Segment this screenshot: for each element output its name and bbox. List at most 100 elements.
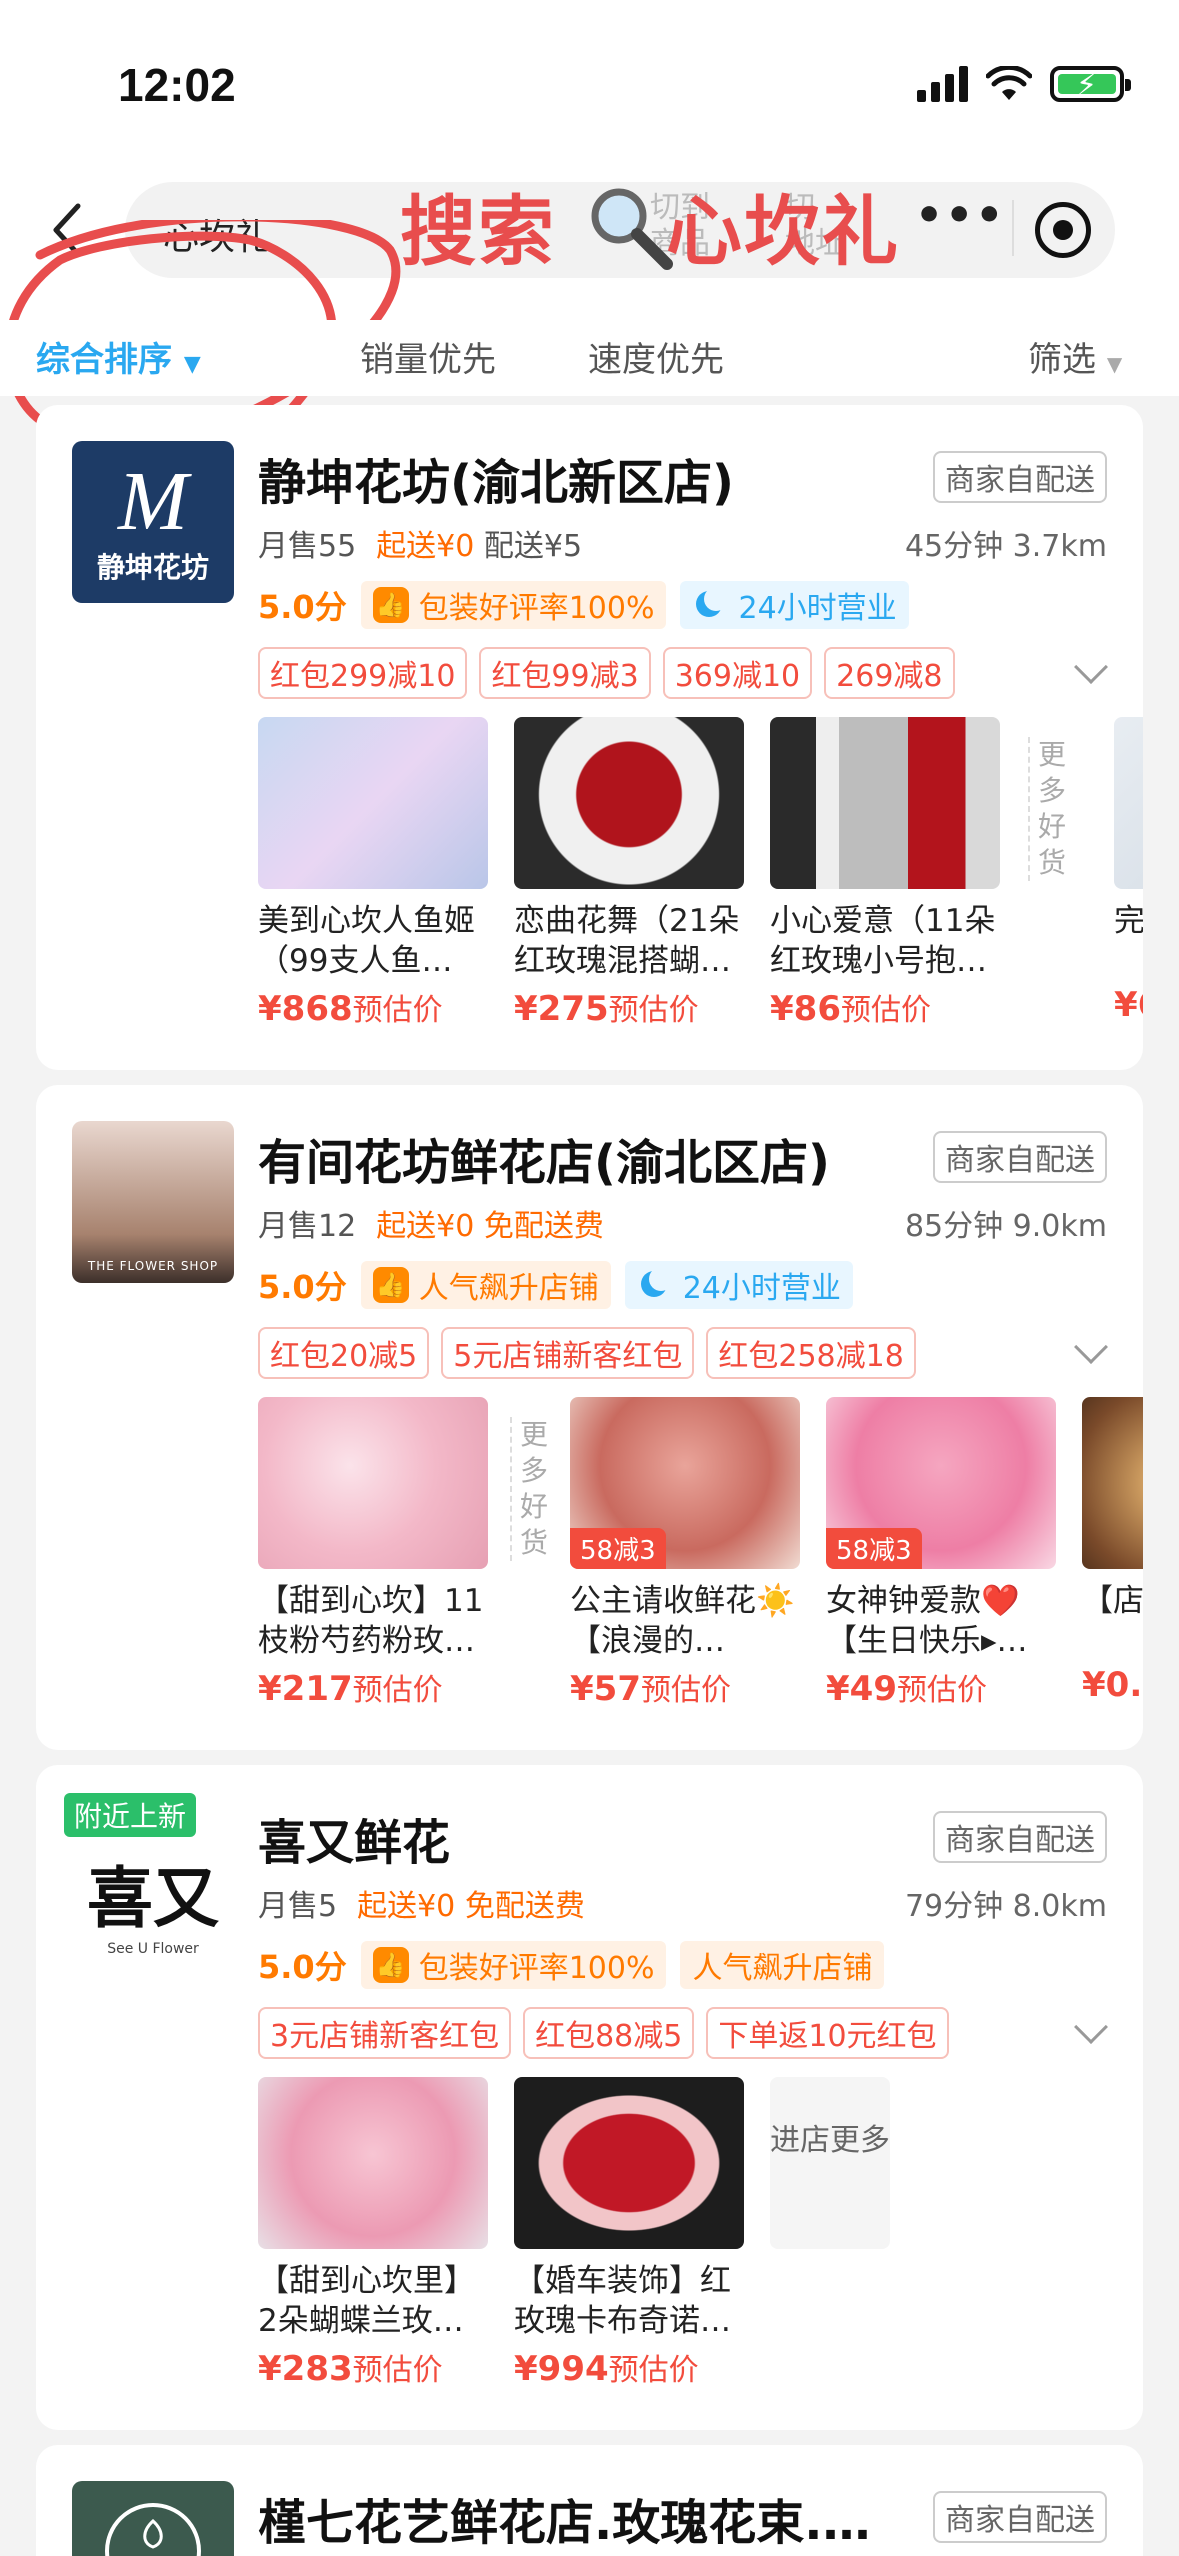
logo-text: 喜又 (87, 1859, 219, 1937)
price-suffix: 预估价 (640, 1673, 731, 1707)
shop-tag: 24小时营业 (624, 1261, 853, 1309)
product-name: 公主请收鲜花☀️【浪漫的… (570, 1583, 795, 1659)
promo-row: 红包20减5 5元店铺新客红包 红包258减18 (258, 1327, 916, 1379)
shop-logo: M 静坤花坊 (72, 441, 234, 603)
promo-badge: 5元店铺新客红包 (441, 1327, 695, 1379)
enter-shop-more-button[interactable]: 进店更多 (770, 2077, 890, 2249)
product-item[interactable]: 小心爱意（11朵红玫瑰小号抱… ¥86预估价 (770, 717, 1000, 1027)
more-options-icon[interactable]: ••• (915, 190, 1005, 241)
product-name: 美到心坎人鱼姬（99支人鱼… (258, 903, 475, 979)
price-value: ¥57 (570, 1669, 641, 1707)
delivery-time-distance: 79分钟 8.0km (904, 1889, 1107, 1924)
product-image (1114, 717, 1143, 889)
shop-tag: 24小时营业 (680, 581, 909, 629)
product-item[interactable]: 美到心坎人鱼姬（99支人鱼… ¥868预估价 (258, 717, 488, 1027)
sort-comprehensive-label: 综合排序 (36, 340, 172, 380)
product-item[interactable]: 【甜到心坎】11枝粉芍药粉玫… ¥217预估价 (258, 1397, 488, 1707)
shop-card[interactable]: M 静坤花坊 静坤花坊(渝北新区店) 商家自配送 月售55 起送¥0 配送¥5 … (36, 405, 1143, 1070)
product-item[interactable]: 58减3 女神钟爱款❤️【生日快乐▸… ¥49预估价 (826, 1397, 1056, 1707)
product-name: 女神钟爱款❤️【生日快乐▸… (826, 1583, 1028, 1659)
tag-label: 24小时营业 (682, 1271, 841, 1306)
magnifier-icon (591, 188, 673, 270)
product-item[interactable]: 【婚车装饰】红玫瑰卡布奇诺… ¥994预估价 (514, 2077, 744, 2387)
tag-label: 人气飙升店铺 (692, 1951, 873, 1986)
shop-tag: 👍 包装好评率100% (360, 1941, 667, 1989)
battery-charging-icon: ⚡ (1050, 66, 1131, 103)
shop-name: 槿七花艺鲜花店.玫瑰花束.… (258, 2495, 871, 2551)
price-suffix: 预估价 (352, 2353, 443, 2387)
product-item[interactable]: 完美（11… ¥68 (1114, 717, 1143, 1025)
product-price: ¥275预估价 (514, 985, 744, 1027)
product-item[interactable]: 【店利】 ¥0.1 (1082, 1397, 1143, 1705)
min-order: 起送¥0 (376, 529, 475, 564)
rating: 5.0分 (258, 1948, 347, 1986)
product-price: ¥217预估价 (258, 1665, 488, 1707)
product-price: ¥49预估价 (826, 1665, 1056, 1707)
delivery-tag: 商家自配送 (933, 451, 1107, 503)
promo-badge: 3元店铺新客红包 (258, 2007, 512, 2059)
product-image (514, 2077, 744, 2249)
promo-badge: 下单返10元红包 (706, 2007, 949, 2059)
promo-badge: 369减10 (662, 647, 813, 699)
product-item[interactable]: 58减3 公主请收鲜花☀️【浪漫的… ¥57预估价 (570, 1397, 800, 1707)
product-name: 小心爱意（11朵红玫瑰小号抱… (770, 903, 996, 979)
promo-row: 3元店铺新客红包 红包88减5 下单返10元红包 (258, 2007, 949, 2059)
cellular-signal-icon (917, 66, 968, 102)
sort-comprehensive[interactable]: 综合排序 ▼ (36, 332, 201, 381)
sort-speed[interactable]: 速度优先 (588, 332, 724, 381)
price-value: ¥217 (258, 1669, 353, 1707)
price-suffix: 预估价 (840, 993, 931, 1027)
logo-text: 静坤花坊 (96, 551, 209, 584)
back-icon[interactable] (48, 200, 88, 260)
shop-card[interactable]: 槿七花艺鲜花店.玫瑰花束.… 商家自配送 (36, 2445, 1143, 2556)
monthly-sales: 月售12 (258, 1209, 357, 1244)
delivery-tag: 商家自配送 (933, 1811, 1107, 1863)
product-image: 58减3 (826, 1397, 1056, 1569)
filter-button[interactable]: 筛选 ▼ (1028, 332, 1122, 381)
shop-logo (72, 2481, 234, 2556)
thumbs-up-icon: 👍 (372, 1947, 409, 1983)
delivery-fee: 配送¥5 (483, 529, 583, 564)
product-item[interactable]: 恋曲花舞（21朵红玫瑰混搭蝴… ¥275预估价 (514, 717, 744, 1027)
price-value: ¥0.1 (1082, 1665, 1143, 1705)
tag-label: 人气飙升店铺 (418, 1271, 599, 1306)
product-image (258, 717, 488, 889)
discount-badge: 58减3 (826, 1528, 922, 1569)
expand-chevron-icon[interactable] (1074, 1330, 1108, 1364)
expand-chevron-icon[interactable] (1074, 2010, 1108, 2044)
annotation-word: 搜索 (400, 187, 556, 276)
product-strip: 【甜到心坎】11枝粉芍药粉玫… ¥217预估价 更多好货 58减3 公主请收鲜花… (258, 1397, 1143, 1707)
shop-tag: 人气飙升店铺 (680, 1941, 885, 1989)
price-suffix: 预估价 (896, 1673, 987, 1707)
price-suffix: 预估价 (352, 1673, 443, 1707)
status-time: 12:02 (118, 59, 236, 111)
shop-tag: 👍 包装好评率100% (360, 581, 667, 629)
monthly-sales: 月售5 (258, 1889, 338, 1924)
rating: 5.0分 (258, 1268, 347, 1306)
product-name: 【甜到心坎】11枝粉芍药粉玫… (258, 1583, 484, 1659)
expand-chevron-icon[interactable] (1074, 650, 1108, 684)
price-suffix: 预估价 (608, 2353, 699, 2387)
promo-row: 红包299减10 红包99减3 369减10 269减8 (258, 647, 955, 699)
product-image (258, 1397, 488, 1569)
status-bar: 12:02 ⚡ (0, 0, 1179, 160)
product-price: ¥86预估价 (770, 985, 1000, 1027)
delivery-tag: 商家自配送 (933, 1131, 1107, 1183)
logo-subtext: See U Flower (107, 1941, 199, 1957)
product-item[interactable]: 【甜到心坎里】2朵蝴蝶兰玫… ¥283预估价 (258, 2077, 488, 2387)
delivery-time-distance: 85分钟 9.0km (904, 1209, 1107, 1244)
new-nearby-badge: 附近上新 (64, 1793, 197, 1837)
shop-card[interactable]: 附近上新 喜又 See U Flower 喜又鲜花 商家自配送 月售5 起送¥0… (36, 1765, 1143, 2430)
promo-badge: 红包299减10 (258, 647, 468, 699)
product-image (258, 2077, 488, 2249)
shop-card[interactable]: THE FLOWER SHOP 有间花坊鲜花店(渝北区店) 商家自配送 月售12… (36, 1085, 1143, 1750)
close-miniprogram-icon[interactable] (1035, 202, 1091, 258)
promo-badge: 红包20减5 (258, 1327, 430, 1379)
delivery-time-distance: 45分钟 3.7km (904, 529, 1107, 564)
thumbs-up-icon: 👍 (372, 587, 409, 623)
more-goods-link[interactable]: 更多好货 (510, 1417, 550, 1561)
sort-sales[interactable]: 销量优先 (360, 332, 496, 381)
more-goods-link[interactable]: 更多好货 (1028, 737, 1068, 881)
caret-down-icon: ▼ (183, 352, 201, 377)
logo-text: THE FLOWER SHOP (87, 1259, 219, 1273)
